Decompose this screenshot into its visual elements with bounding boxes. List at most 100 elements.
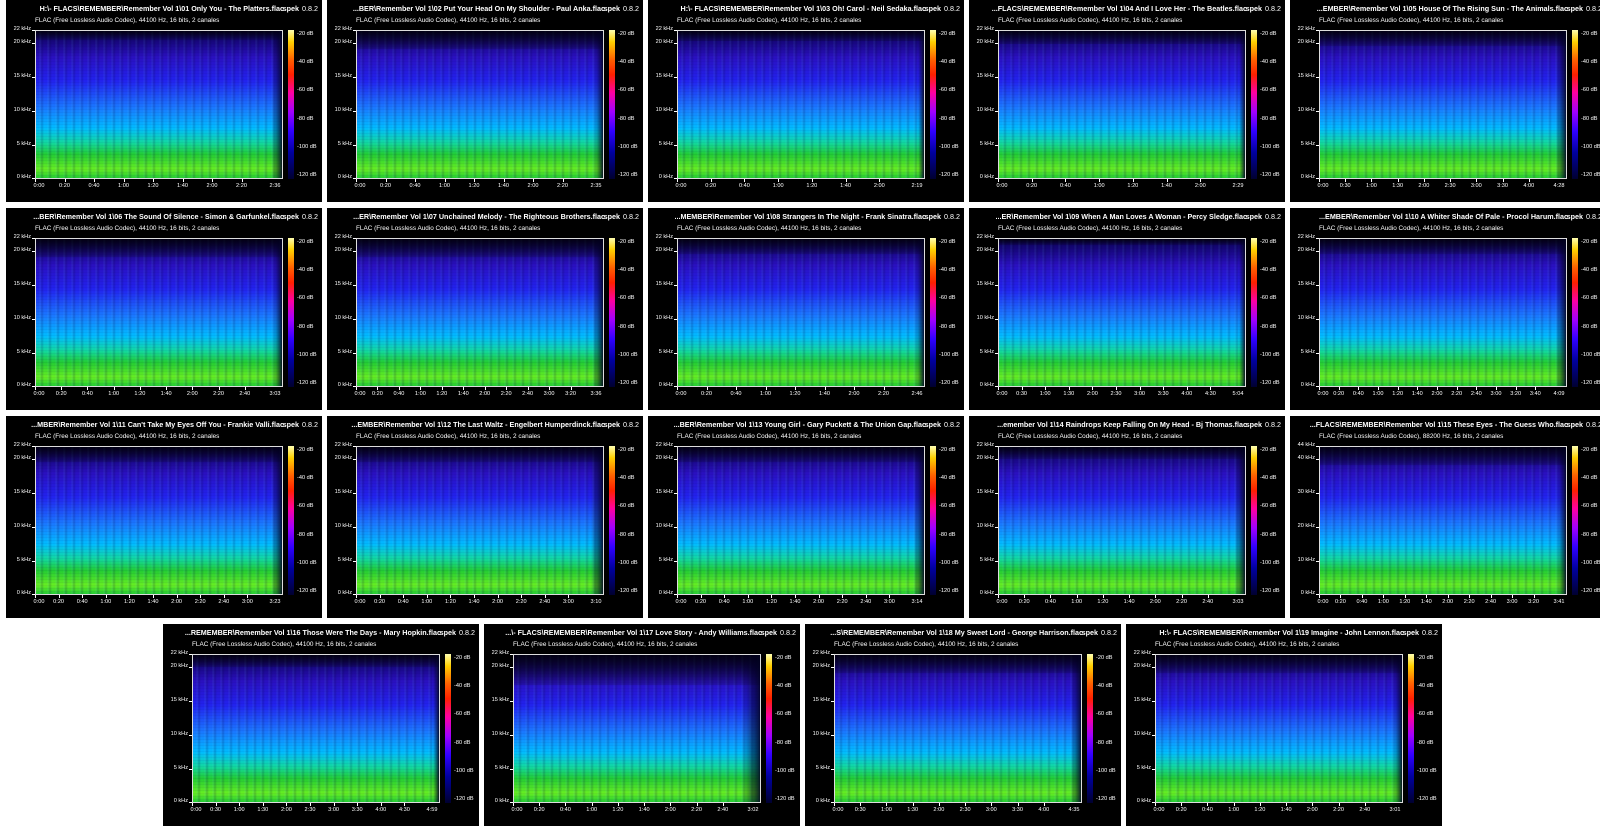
decibel-label: -120 dB [1260,588,1280,594]
time-tick [834,803,835,806]
decibel-colorbar [1572,30,1578,179]
time-tick [114,387,115,390]
time-tick-label: 1:00 [880,807,892,813]
app-name: spek [282,420,299,429]
time-tick-label: 3:00 [985,807,997,813]
time-tick-label: 2:20 [557,183,568,189]
app-brand: spek0.8.2 [925,420,960,429]
time-tick-label: 3:00 [562,599,574,605]
frequency-tick-label: 5 kHz [1136,765,1151,772]
decibel-label: -60 dB [939,87,956,94]
time-tick [549,387,550,390]
spectrum-tail [1239,31,1245,178]
frequency-tick-label: 10 kHz [1297,557,1315,564]
time-tick [239,803,240,806]
frequency-tick-label: 20 kHz [655,455,673,462]
time-tick-label: 0:00 [190,807,202,813]
duration-label: 2:29 [1232,183,1244,189]
time-tick [192,387,193,390]
frequency-tick [1316,493,1319,494]
time-tick-label: 0:40 [409,183,421,189]
decibel-label: -20 dB [297,239,314,245]
spectrogram-image [1155,654,1403,803]
time-tick-label: 0:20 [1335,599,1346,605]
spectrum-texture [357,239,603,386]
spectrum-cutoff [514,655,760,685]
spectrum-texture [678,447,924,594]
panel-file-path: ...ER\Remember Vol 1\07 Unchained Melody… [353,212,605,221]
frequency-tick-label: 0 kHz [16,382,31,388]
time-tick [1426,595,1427,598]
frequency-tick [831,667,834,668]
frequency-tick [831,701,834,702]
time-tick [219,387,220,390]
frequency-tick [1316,43,1319,44]
frequency-tick-label: 10 kHz [13,315,31,322]
decibel-label: -40 dB [618,267,635,274]
time-tick-label: 1:40 [147,599,159,605]
time-tick-label: 0:20 [1175,807,1187,813]
frequency-tick-label: 15 kHz [976,489,994,496]
time-tick-label: 3:00 [543,391,555,397]
decibel-label: -60 dB [297,295,314,302]
frequency-tick-label: 22 kHz [170,650,188,656]
spectrum-cutoff [357,447,603,462]
spectrum-tail [916,239,924,386]
decibel-colorbar [288,238,294,387]
time-tick [1371,179,1372,182]
time-tick [1345,179,1346,182]
time-tick-label: 1:40 [1420,599,1432,605]
spectrum-cutoff [1156,655,1402,673]
app-version: 0.8.2 [944,4,960,13]
decibel-colorbar [609,30,615,179]
time-tick [1022,387,1023,390]
time-tick-label: 2:20 [213,391,224,397]
audio-format-info: FLAC (Free Lossless Audio Codec), 44100 … [1319,225,1504,232]
time-tick [778,179,779,182]
time-tick-label: 0:20 [705,183,717,189]
frequency-tick-label: 10 kHz [976,523,994,530]
audio-format-info: FLAC (Free Lossless Audio Codec), 44100 … [998,17,1183,24]
spectrogram-panel: ...BER\Remember Vol 1\13 Young Girl - Ga… [648,416,964,618]
spectrum-tail [595,31,603,178]
spectrogram-image [35,30,283,179]
frequency-tick-label: 5 kHz [16,557,31,564]
time-tick [1503,179,1504,182]
spectrogram-image [35,446,283,595]
time-tick-label: 0:00 [675,391,687,397]
spectrum-texture [357,447,603,594]
spectrum-tail [591,447,603,594]
time-tick-label: 1:30 [257,807,269,813]
frequency-tick [353,319,356,320]
time-tick-label: 2:00 [280,807,292,813]
decibel-label: -20 dB [297,31,314,37]
time-tick [65,179,66,182]
time-tick [670,803,671,806]
time-tick [35,595,36,598]
audio-format-info: FLAC (Free Lossless Audio Codec), 44100 … [834,641,1019,648]
time-tick [565,803,566,806]
time-tick-label: 1:20 [789,391,801,397]
decibel-label: -60 dB [1096,711,1113,718]
frequency-tick-label: 22 kHz [1297,234,1315,240]
decibel-label: -120 dB [297,588,317,594]
decibel-label: -80 dB [1417,739,1434,746]
frequency-tick [353,77,356,78]
spectrum-tail [918,31,924,178]
time-tick-label: 3:20 [1528,599,1539,605]
app-version: 0.8.2 [1101,628,1117,637]
spectrogram-image [998,238,1246,387]
frequency-tick-label: 15 kHz [13,281,31,288]
decibel-label: -40 dB [1581,59,1598,66]
time-tick [357,803,358,806]
time-tick-label: 2:00 [1194,183,1206,189]
time-tick-label: 2:40 [717,807,729,813]
time-tick [263,803,264,806]
spectrum-cutoff [999,447,1245,459]
time-tick-label: 0:40 [1352,391,1364,397]
duration-label: 3:03 [269,391,281,397]
duration-label: 4:59 [426,807,438,813]
time-tick-label: 1:40 [1161,183,1173,189]
time-tick [736,387,737,390]
spectrogram-panel: ...ER\Remember Vol 1\09 When A Man Loves… [969,208,1285,410]
